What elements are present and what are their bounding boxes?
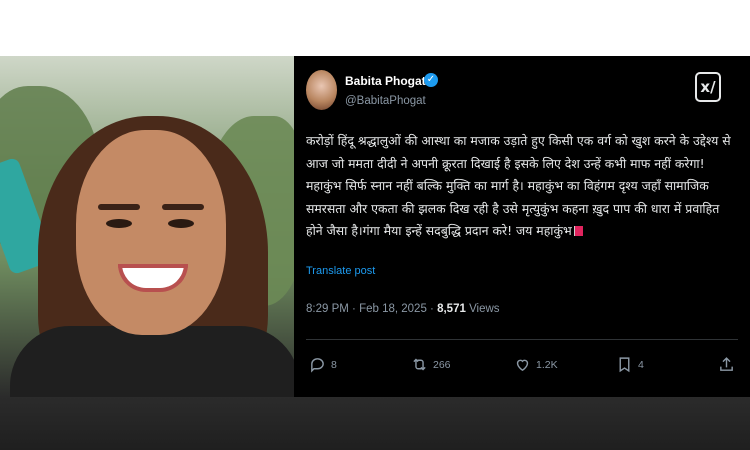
- views-count: 8,571: [437, 303, 466, 315]
- tweet-text: करोड़ों हिंदू श्रद्धालुओं की आस्था का मज…: [306, 130, 738, 243]
- eye: [168, 219, 194, 228]
- heart-icon: [516, 359, 529, 372]
- tweet-time[interactable]: 8:29 PM: [306, 303, 349, 315]
- tweet-card: Babita Phogat ✓ @BabitaPhogat x/ करोड़ों…: [294, 56, 750, 397]
- eyebrow: [162, 204, 204, 210]
- author-handle[interactable]: @BabitaPhogat: [345, 95, 426, 107]
- eye: [106, 219, 132, 228]
- share-icon: [720, 357, 733, 371]
- grok-icon[interactable]: x/: [695, 72, 721, 102]
- face: [76, 130, 226, 335]
- bookmark-button[interactable]: 4: [616, 356, 644, 373]
- repost-count: 266: [433, 358, 451, 371]
- tweet-text-content: करोड़ों हिंदू श्रद्धालुओं की आस्था का मज…: [306, 133, 731, 238]
- tweet-meta: 8:29 PM · Feb 18, 2025 · 8,571 Views: [306, 303, 500, 315]
- share-button[interactable]: [718, 356, 740, 373]
- repost-icon: [413, 358, 426, 371]
- divider: [306, 339, 738, 340]
- author-name[interactable]: Babita Phogat: [345, 74, 426, 88]
- views-label: Views: [469, 303, 500, 315]
- tweet-date[interactable]: Feb 18, 2025: [359, 303, 427, 315]
- translate-post-link[interactable]: Translate post: [306, 265, 375, 277]
- bottom-band: [0, 397, 750, 450]
- eyebrow: [98, 204, 140, 210]
- reply-count: 8: [331, 358, 337, 371]
- profile-photo: [0, 56, 294, 397]
- reply-button[interactable]: 8: [309, 356, 337, 373]
- verified-badge-icon: ✓: [424, 73, 438, 87]
- meta-separator: ·: [352, 303, 360, 315]
- repost-button[interactable]: 266: [411, 356, 451, 373]
- like-count: 1.2K: [536, 358, 558, 371]
- avatar[interactable]: [306, 70, 337, 110]
- bookmark-count: 4: [638, 358, 644, 371]
- reply-icon: [311, 358, 324, 373]
- black-top: [10, 326, 294, 397]
- action-bar: 8 266 1.2K 4: [306, 356, 738, 378]
- like-button[interactable]: 1.2K: [514, 356, 558, 373]
- bookmark-icon: [619, 357, 630, 373]
- flag-emoji-icon: [573, 226, 583, 236]
